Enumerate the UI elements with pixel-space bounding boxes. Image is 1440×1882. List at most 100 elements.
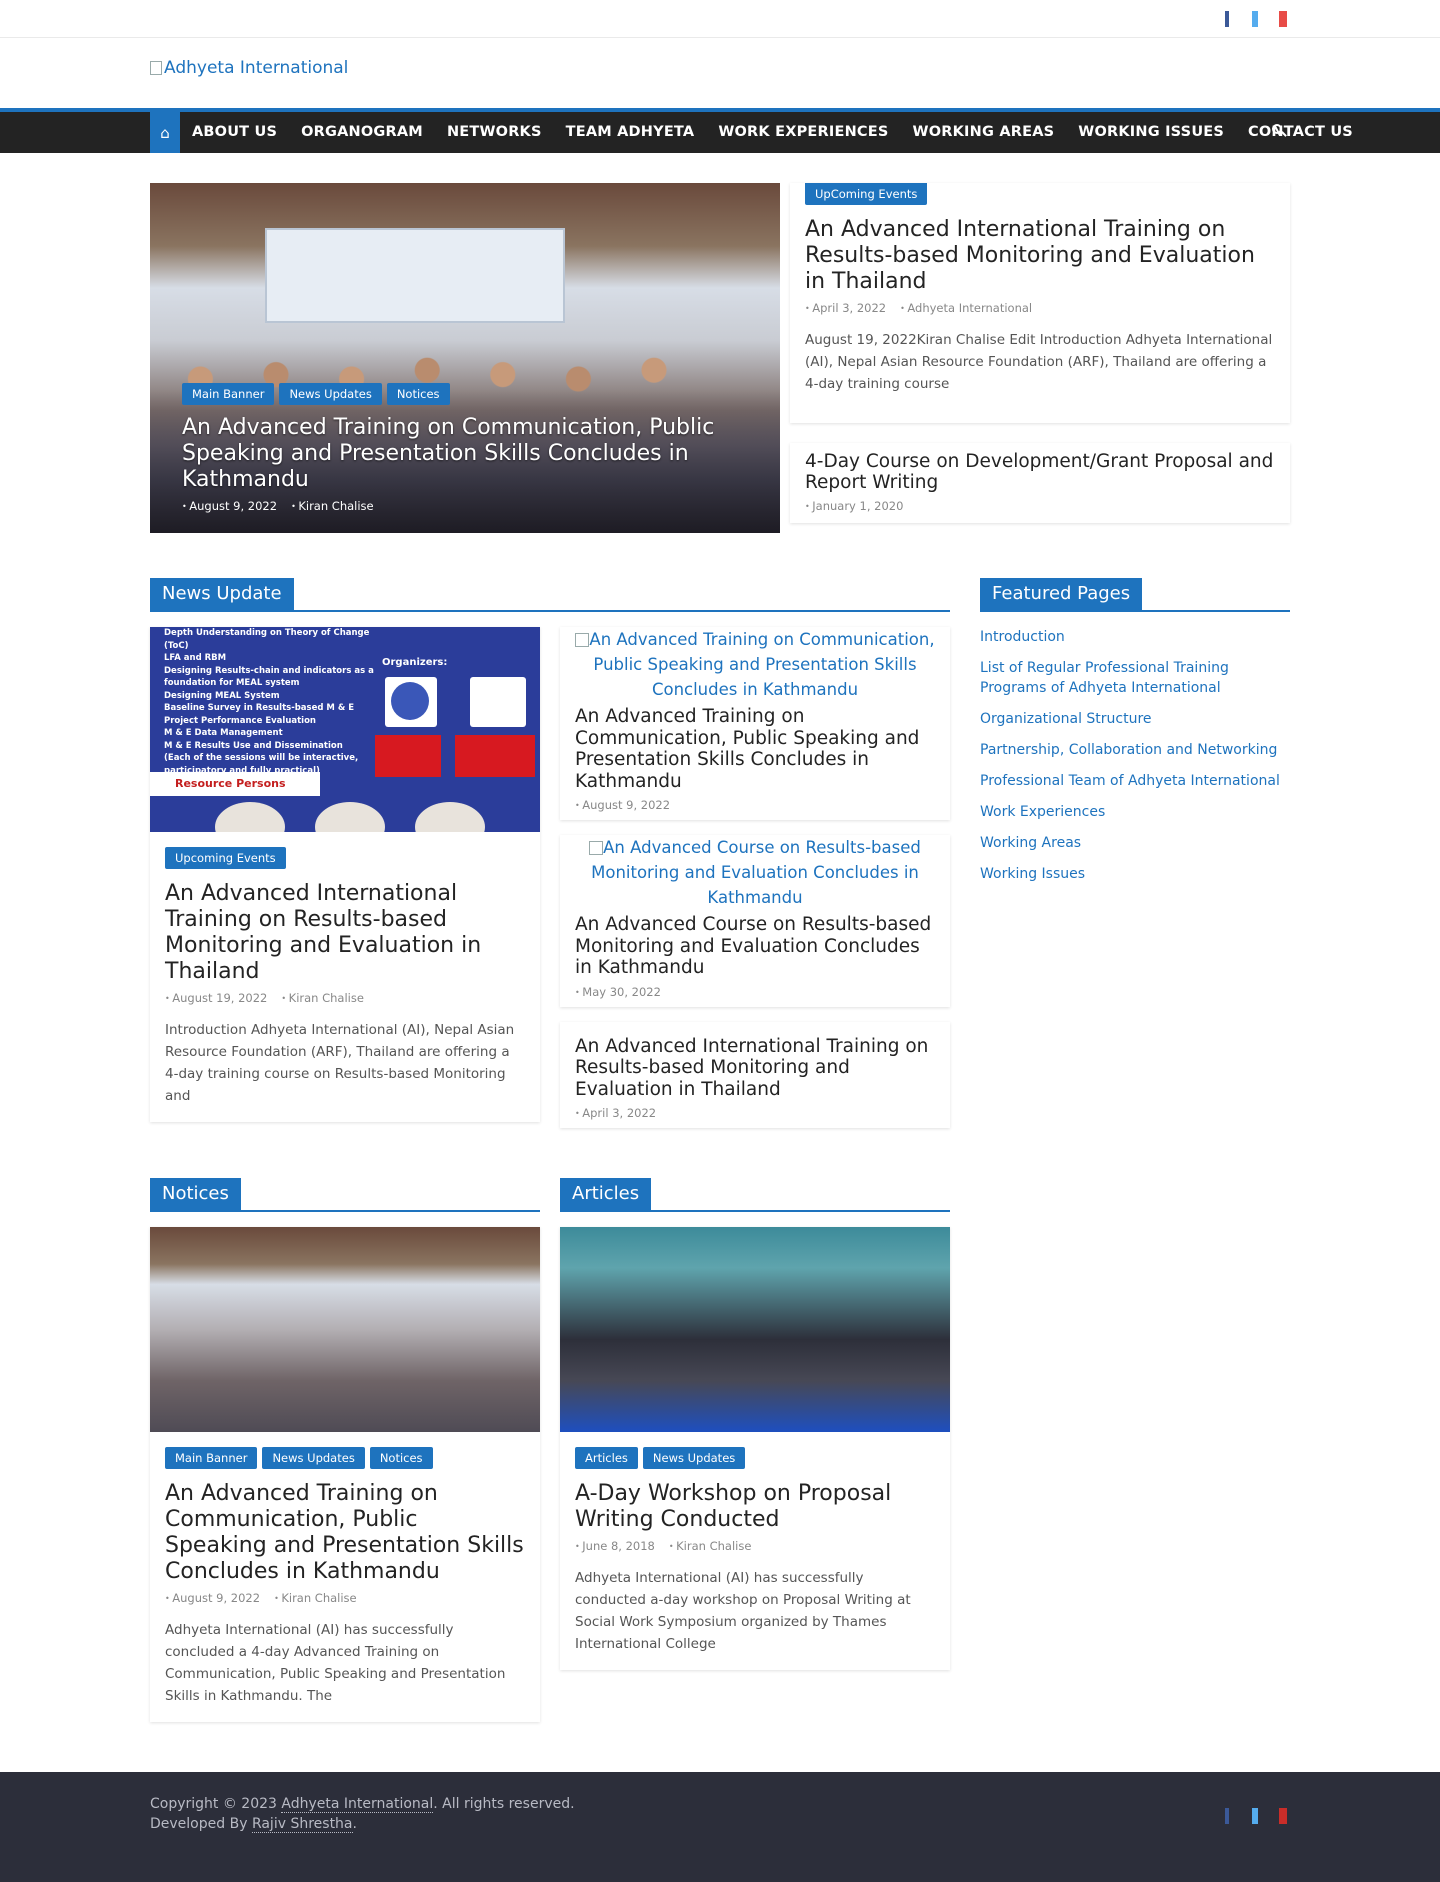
post-author[interactable]: Kiran Chalise <box>274 1591 356 1605</box>
category-badge[interactable]: Main Banner <box>165 1447 258 1469</box>
post-title[interactable]: An Advanced International Training on Re… <box>165 881 525 985</box>
poster-line: Baseline Survey in Results-based M & E <box>164 703 355 713</box>
copyright-prefix: Copyright © 2023 <box>150 1796 282 1812</box>
category-badge[interactable]: News Updates <box>279 383 382 405</box>
slide-meta: August 9, 2022 Kiran Chalise <box>182 499 720 513</box>
post-date[interactable]: August 9, 2022 <box>182 499 277 513</box>
main-navigation: ⌂ ABOUT US ORGANOGRAM NETWORKS TEAM ADHY… <box>0 108 1440 153</box>
post-title[interactable]: An Advanced International Training on Re… <box>805 217 1275 295</box>
featured-page-link[interactable]: Working Areas <box>980 833 1290 853</box>
featured-page-link[interactable]: Working Issues <box>980 864 1290 884</box>
category-badge[interactable]: Notices <box>369 1447 433 1469</box>
organizer-logo <box>470 677 526 727</box>
articles-section: Articles Articles News Updates A-Day Wor… <box>560 1178 950 1722</box>
featured-page-link[interactable]: Organizational Structure <box>980 709 1290 729</box>
section-title: Featured Pages <box>980 578 1143 610</box>
poster-line: Designing Results-chain and indicators a… <box>164 665 374 676</box>
post-date[interactable]: May 30, 2022 <box>575 985 661 999</box>
section-header: News Update <box>150 578 950 612</box>
footer-site-link[interactable]: Adhyeta International <box>281 1796 434 1813</box>
post-title[interactable]: An Advanced Training on Communication, P… <box>560 702 950 792</box>
featured-page-link[interactable]: Introduction <box>980 627 1290 647</box>
search-icon[interactable] <box>1270 122 1290 142</box>
news-list-item: An Advanced International Training on Re… <box>560 1021 950 1128</box>
poster-line: M & E Results Use and Dissemination <box>164 740 343 751</box>
category-badge[interactable]: News Updates <box>642 1447 746 1469</box>
twitter-icon[interactable] <box>1248 9 1262 29</box>
nav-item-team-adhyeta[interactable]: TEAM ADHYETA <box>554 112 707 153</box>
notices-articles-row: Notices Main Banner News Updates Notices… <box>150 1178 950 1722</box>
featured-posts: UpComing Events An Advanced Internationa… <box>790 183 1290 533</box>
nav-item-organogram[interactable]: ORGANOGRAM <box>289 112 435 153</box>
youtube-icon[interactable] <box>1276 9 1290 29</box>
slide-categories: Main Banner News Updates Notices <box>182 383 720 405</box>
home-icon[interactable]: ⌂ <box>150 112 180 153</box>
post-meta: January 1, 2020 <box>805 499 1275 513</box>
header-social-links <box>1220 9 1290 29</box>
post-thumbnail[interactable]: An Advanced Course on Results-based Moni… <box>560 835 950 910</box>
post-date[interactable]: June 8, 2018 <box>575 1539 655 1553</box>
poster-line: Project Performance Evaluation <box>164 715 316 726</box>
twitter-icon[interactable] <box>1248 1806 1262 1826</box>
featured-page-link[interactable]: Professional Team of Adhyeta Internation… <box>980 771 1290 791</box>
category-badge[interactable]: UpComing Events <box>805 183 928 205</box>
facebook-icon[interactable] <box>1220 1806 1234 1826</box>
nav-item-work-experiences[interactable]: WORK EXPERIENCES <box>706 112 900 153</box>
post-categories: Upcoming Events <box>165 847 525 869</box>
featured-page-link[interactable]: Partnership, Collaboration and Networkin… <box>980 740 1290 760</box>
category-badge[interactable]: Main Banner <box>182 383 275 405</box>
nav-item-working-areas[interactable]: WORKING AREAS <box>901 112 1067 153</box>
post-thumbnail[interactable] <box>560 1227 950 1432</box>
post-date[interactable]: April 3, 2022 <box>805 301 886 315</box>
post-date[interactable]: January 1, 2020 <box>805 499 903 513</box>
post-date[interactable]: April 3, 2022 <box>575 1106 656 1120</box>
featured-page-link[interactable]: List of Regular Professional Training Pr… <box>980 658 1290 698</box>
nav-item-about-us[interactable]: ABOUT US <box>180 112 289 153</box>
developer-suffix: . <box>352 1816 357 1832</box>
post-author[interactable]: Kiran Chalise <box>669 1539 751 1553</box>
section-header: Articles <box>560 1178 950 1212</box>
sidebar: Featured Pages Introduction List of Regu… <box>980 578 1290 1128</box>
post-title[interactable]: 4-Day Course on Development/Grant Propos… <box>805 451 1275 493</box>
post-title[interactable]: A-Day Workshop on Proposal Writing Condu… <box>575 1481 935 1533</box>
content-row: News Update Depth Understanding on Theor… <box>150 578 1290 1128</box>
post-date[interactable]: August 9, 2022 <box>575 798 670 812</box>
featured-pages-list: Introduction List of Regular Professiona… <box>980 627 1290 884</box>
logo-alt-text: Adhyeta International <box>164 58 349 78</box>
post-author[interactable]: Kiran Chalise <box>291 499 373 513</box>
youtube-icon[interactable] <box>1276 1806 1290 1826</box>
banner-area: Main Banner News Updates Notices An Adva… <box>150 183 1290 533</box>
post-date[interactable]: August 9, 2022 <box>165 1591 260 1605</box>
slide-photo-banner <box>265 228 565 323</box>
notices-section: Notices Main Banner News Updates Notices… <box>150 1178 540 1722</box>
poster-line: (ToC) <box>164 640 189 651</box>
news-list-item: An Advanced Training on Communication, P… <box>560 627 950 820</box>
category-badge[interactable]: Articles <box>575 1447 638 1469</box>
main-slide[interactable]: Main Banner News Updates Notices An Adva… <box>150 183 780 533</box>
post-meta: August 19, 2022 Kiran Chalise <box>165 991 525 1005</box>
category-badge[interactable]: Upcoming Events <box>165 847 286 869</box>
post-thumbnail[interactable]: Depth Understanding on Theory of Change … <box>150 627 540 832</box>
category-badge[interactable]: News Updates <box>262 1447 365 1469</box>
nav-item-working-issues[interactable]: WORKING ISSUES <box>1066 112 1236 153</box>
featured-post-card: 4-Day Course on Development/Grant Propos… <box>790 443 1290 523</box>
post-date[interactable]: August 19, 2022 <box>165 991 267 1005</box>
category-badge[interactable]: Notices <box>386 383 450 405</box>
featured-page-link[interactable]: Work Experiences <box>980 802 1290 822</box>
post-title[interactable]: An Advanced International Training on Re… <box>560 1032 950 1101</box>
facebook-icon[interactable] <box>1220 9 1234 29</box>
post-thumbnail[interactable]: An Advanced Training on Communication, P… <box>560 627 950 702</box>
primary-content: News Update Depth Understanding on Theor… <box>150 578 950 1128</box>
post-title[interactable]: An Advanced Training on Communication, P… <box>165 1481 525 1585</box>
footer-text: Copyright © 2023 Adhyeta International. … <box>150 1794 575 1834</box>
post-author[interactable]: Adhyeta International <box>900 301 1032 315</box>
nav-item-networks[interactable]: NETWORKS <box>435 112 554 153</box>
slide-title[interactable]: An Advanced Training on Communication, P… <box>182 415 720 493</box>
post-title[interactable]: An Advanced Course on Results-based Moni… <box>560 910 950 979</box>
site-logo[interactable]: Adhyeta International <box>150 58 348 78</box>
post-thumbnail[interactable] <box>150 1227 540 1432</box>
developer-link[interactable]: Rajiv Shrestha <box>251 1816 353 1833</box>
nav-item-contact-us[interactable]: CONTACT US <box>1236 112 1365 153</box>
post-author[interactable]: Kiran Chalise <box>281 991 364 1005</box>
poster-topics: Depth Understanding on Theory of Change … <box>164 627 374 777</box>
